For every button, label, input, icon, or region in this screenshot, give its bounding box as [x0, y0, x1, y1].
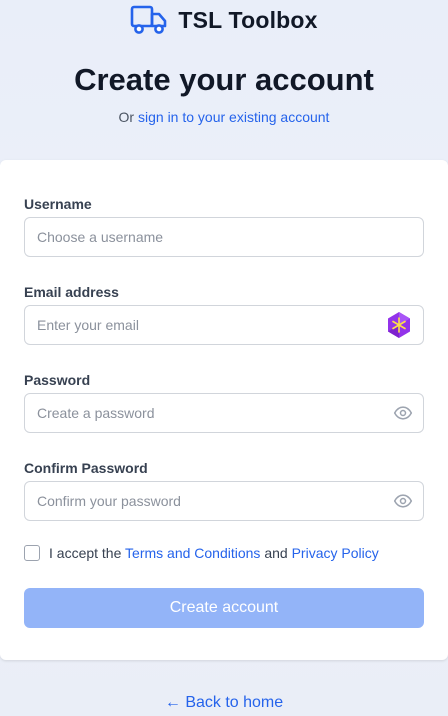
password-input[interactable]	[25, 394, 423, 432]
username-input-wrapper	[24, 217, 424, 257]
signin-link[interactable]: sign in to your existing account	[138, 109, 329, 125]
back-to-home-label: Back to home	[185, 694, 284, 711]
privacy-link[interactable]: Privacy Policy	[292, 545, 379, 561]
username-label: Username	[24, 196, 92, 212]
signup-card: Username Email address	[0, 160, 448, 660]
email-label: Email address	[24, 284, 119, 300]
signin-prompt: Or sign in to your existing account	[0, 109, 448, 125]
truck-icon	[131, 5, 167, 34]
password-manager-icon[interactable]	[385, 311, 413, 339]
signin-prefix: Or	[118, 109, 135, 125]
arrow-left-icon: ←	[164, 694, 181, 711]
brand-header: TSL Toolbox	[0, 4, 448, 36]
email-field-group: Email address	[24, 284, 424, 345]
terms-text: I accept the Terms and Conditions and Pr…	[49, 545, 379, 561]
email-input-wrapper	[24, 305, 424, 345]
username-input[interactable]	[25, 218, 423, 256]
eye-icon[interactable]	[393, 491, 413, 511]
terms-joiner: and	[264, 545, 288, 561]
terms-prefix: I accept the	[49, 545, 122, 561]
page-title: Create your account	[74, 62, 374, 97]
eye-icon[interactable]	[393, 403, 413, 423]
terms-link[interactable]: Terms and Conditions	[125, 545, 260, 561]
password-input-wrapper	[24, 393, 424, 433]
terms-row: I accept the Terms and Conditions and Pr…	[24, 545, 379, 561]
username-field-group: Username	[24, 196, 424, 257]
confirm-password-field-group: Confirm Password	[24, 460, 424, 521]
confirm-password-label: Confirm Password	[24, 460, 148, 476]
confirm-password-input-wrapper	[24, 481, 424, 521]
confirm-password-input[interactable]	[25, 482, 423, 520]
password-label: Password	[24, 372, 91, 388]
brand-name: TSL Toolbox	[178, 6, 318, 33]
email-input[interactable]	[25, 306, 423, 344]
terms-checkbox[interactable]	[24, 545, 40, 561]
back-to-home-link[interactable]: ← Back to home	[0, 694, 448, 712]
password-field-group: Password	[24, 372, 424, 433]
create-account-button[interactable]: Create account	[24, 588, 424, 628]
